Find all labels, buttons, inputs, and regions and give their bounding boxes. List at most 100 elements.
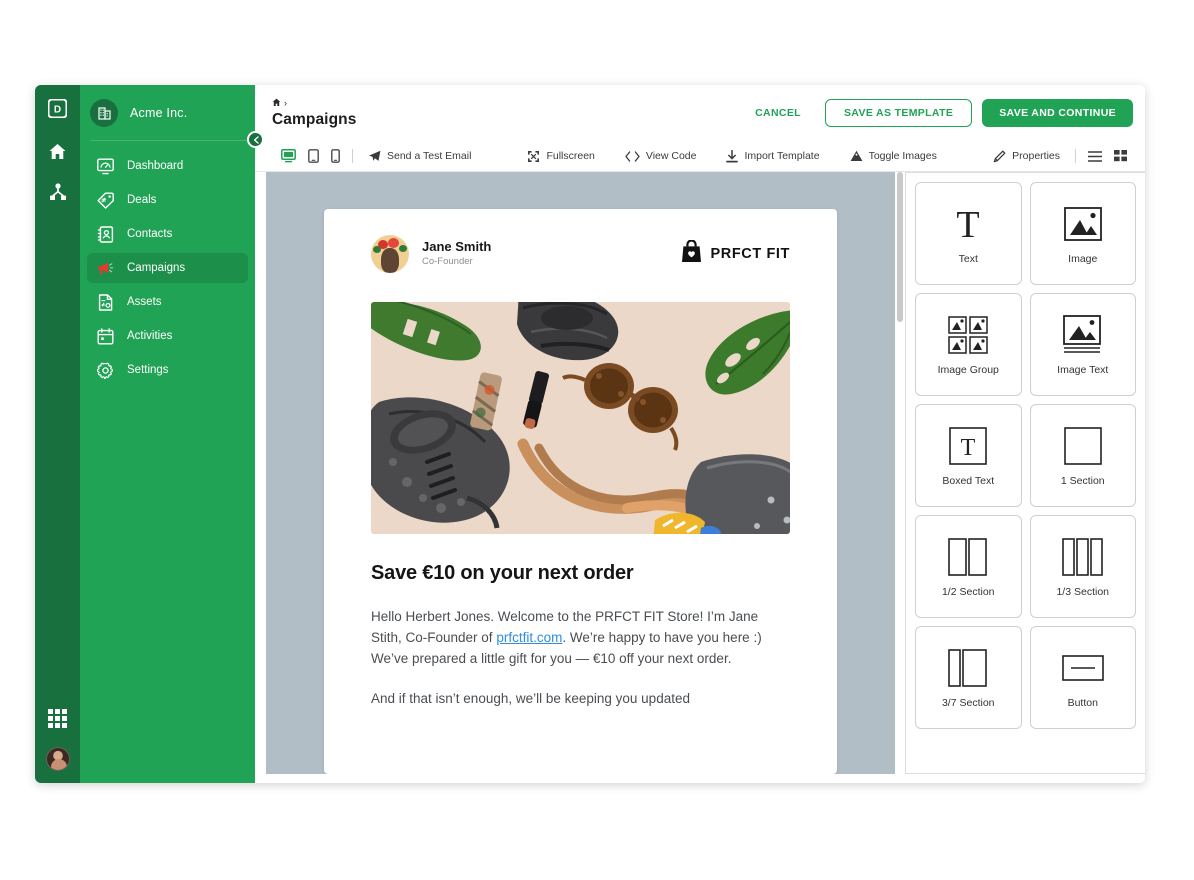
text-block-icon: T — [950, 202, 986, 246]
sidebar-divider — [90, 140, 255, 141]
left-icon-rail: D — [35, 85, 80, 783]
page-title: Campaigns — [272, 110, 357, 128]
block-1-section[interactable]: 1 Section — [1029, 404, 1136, 507]
list-view-icon — [1088, 150, 1102, 162]
block-boxed-text[interactable]: T Boxed Text — [915, 404, 1022, 507]
main-area: › Campaigns CANCEL SAVE AS TEMPLATE SAVE… — [255, 85, 1145, 783]
desktop-view-icon — [281, 149, 296, 163]
sidebar-item-dashboard[interactable]: Dashboard — [87, 151, 248, 181]
grid-view-icon — [1114, 150, 1127, 162]
view-code-button[interactable]: View Code — [616, 141, 706, 172]
block-label: Image Group — [937, 364, 999, 376]
svg-text:T: T — [961, 435, 976, 461]
block-third-section[interactable]: 1/3 Section — [1029, 515, 1136, 618]
sidebar-item-label: Assets — [127, 296, 162, 308]
block-label: Image — [1068, 253, 1098, 265]
save-as-template-button[interactable]: SAVE AS TEMPLATE — [824, 99, 973, 127]
block-label: Text — [958, 253, 978, 265]
email-paragraph-1[interactable]: Hello Herbert Jones. Welcome to the PRFC… — [371, 607, 790, 669]
block-image-group[interactable]: Image Group — [915, 293, 1022, 396]
toolbar-item-label: Properties — [1012, 150, 1060, 162]
save-and-continue-button[interactable]: SAVE AND CONTINUE — [982, 99, 1133, 127]
desktop-view-button[interactable] — [275, 141, 302, 172]
block-label: Image Text — [1057, 364, 1109, 376]
paper-plane-icon — [368, 150, 381, 163]
sidebar-collapse-button[interactable] — [247, 131, 264, 148]
org-switcher[interactable]: Acme Inc. — [80, 85, 255, 140]
block-half-section[interactable]: 1/2 Section — [915, 515, 1022, 618]
canvas-scrollbar[interactable] — [895, 172, 905, 774]
tablet-view-button[interactable] — [302, 141, 325, 172]
breadcrumb: › Campaigns — [272, 98, 356, 129]
block-image-text[interactable]: Image Text — [1029, 293, 1136, 396]
properties-button[interactable]: Properties — [984, 141, 1069, 172]
toolbar-item-label: Import Template — [744, 150, 820, 162]
sidebar-item-campaigns[interactable]: Campaigns — [87, 253, 248, 283]
sidebar-item-deals[interactable]: Deals — [87, 185, 248, 215]
app-window: D Acme Inc. Dashboard Deals Contacts Cam… — [35, 85, 1145, 783]
image-block-icon — [1063, 202, 1102, 246]
toggle-images-button[interactable]: Toggle Images — [841, 141, 946, 172]
fullscreen-icon — [527, 150, 540, 163]
sidebar-item-contacts[interactable]: Contacts — [87, 219, 248, 249]
deals-tag-icon — [96, 191, 115, 210]
editor-toolbar: Send a Test Email Fullscreen View Code I… — [255, 141, 1145, 172]
sidebar-item-label: Campaigns — [127, 262, 186, 274]
list-view-button[interactable] — [1082, 141, 1108, 172]
email-link[interactable]: prfctfit.com — [496, 630, 562, 645]
mobile-view-button[interactable] — [325, 141, 346, 172]
email-hero-image[interactable] — [371, 302, 790, 534]
block-button[interactable]: Button — [1029, 626, 1136, 729]
block-image[interactable]: Image — [1029, 182, 1136, 285]
building-icon — [90, 98, 118, 127]
apps-grid-icon[interactable] — [45, 705, 71, 731]
sender-avatar — [371, 235, 409, 273]
send-test-email-button[interactable]: Send a Test Email — [359, 141, 480, 172]
email-paragraph-2[interactable]: And if that isn’t enough, we’ll be keepi… — [371, 689, 790, 710]
tablet-view-icon — [308, 149, 319, 163]
email-heading[interactable]: Save €10 on your next order — [371, 562, 790, 585]
image-text-block-icon — [1062, 313, 1103, 357]
hierarchy-icon[interactable] — [45, 179, 71, 205]
grid-view-button[interactable] — [1108, 141, 1133, 172]
block-label: 1 Section — [1060, 475, 1105, 487]
app-logo-icon[interactable]: D — [45, 95, 71, 121]
block-label: Boxed Text — [942, 475, 995, 487]
svg-text:T: T — [957, 205, 980, 243]
sidebar-item-label: Activities — [127, 330, 173, 342]
scrollbar-thumb[interactable] — [897, 172, 903, 322]
email-brand: PRFCT FIT — [681, 239, 790, 268]
email-document[interactable]: Jane Smith Co-Founder PRFCT FIT Save €10… — [324, 209, 837, 774]
import-template-button[interactable]: Import Template — [717, 141, 828, 172]
sidebar: Acme Inc. Dashboard Deals Contacts Campa… — [80, 85, 264, 783]
home-icon[interactable] — [45, 139, 71, 165]
block-label: 1/2 Section — [941, 586, 995, 598]
home-icon[interactable] — [272, 98, 281, 109]
sidebar-item-settings[interactable]: Settings — [87, 355, 248, 385]
sidebar-item-label: Deals — [127, 194, 157, 206]
block-label: 1/3 Section — [1056, 586, 1110, 598]
image-group-block-icon — [948, 313, 988, 357]
pencil-icon — [993, 150, 1006, 163]
sidebar-item-assets[interactable]: Assets — [87, 287, 248, 317]
megaphone-icon — [96, 259, 115, 278]
calendar-icon — [96, 327, 115, 346]
mobile-view-icon — [331, 149, 340, 163]
fullscreen-button[interactable]: Fullscreen — [518, 141, 603, 172]
half-section-block-icon — [948, 535, 988, 579]
sidebar-item-activities[interactable]: Activities — [87, 321, 248, 351]
toolbar-item-label: View Code — [645, 150, 697, 162]
cancel-button[interactable]: CANCEL — [741, 101, 815, 125]
user-avatar[interactable] — [45, 747, 70, 771]
block-three-seven-section[interactable]: 3/7 Section — [915, 626, 1022, 729]
sidebar-item-label: Settings — [127, 364, 169, 376]
toolbar-separator-2 — [1075, 149, 1076, 163]
block-text[interactable]: T Text — [915, 182, 1022, 285]
sidebar-item-label: Dashboard — [127, 160, 184, 172]
sender-role: Co-Founder — [422, 256, 473, 268]
page-header: › Campaigns CANCEL SAVE AS TEMPLATE SAVE… — [255, 85, 1145, 141]
org-name: Acme Inc. — [130, 105, 188, 120]
email-preview-canvas[interactable]: Jane Smith Co-Founder PRFCT FIT Save €10… — [266, 172, 895, 774]
gear-icon — [96, 361, 115, 380]
boxed-text-block-icon: T — [949, 424, 988, 468]
